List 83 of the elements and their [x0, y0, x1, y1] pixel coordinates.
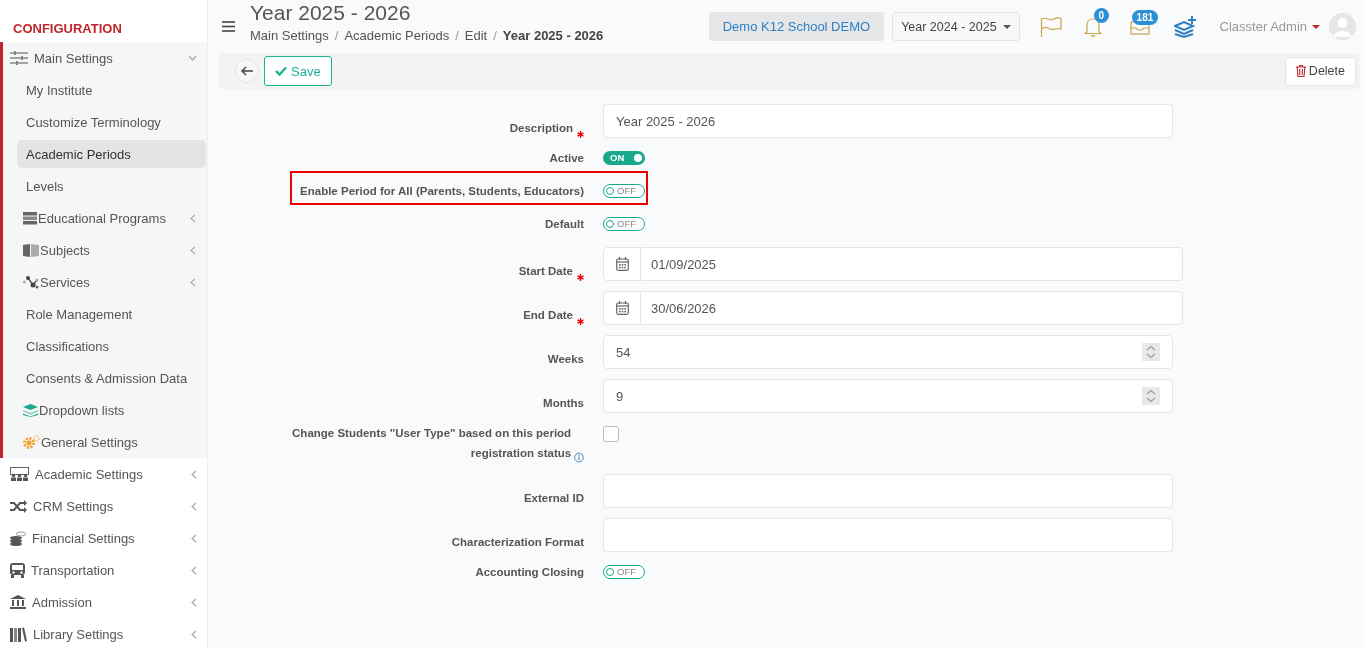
number-field[interactable]: 9 — [603, 379, 1173, 413]
spinner-icon[interactable] — [1142, 387, 1160, 405]
breadcrumb-link[interactable]: Main Settings — [250, 28, 329, 43]
calendar-button[interactable] — [603, 247, 641, 281]
section-heading: CONFIGURATION — [13, 21, 122, 36]
trash-icon — [1295, 65, 1306, 77]
sidebar-item[interactable]: Customize Terminology — [3, 106, 206, 138]
field-label: End Date — [523, 308, 573, 323]
bank-icon — [10, 595, 26, 609]
sliders-icon — [10, 51, 28, 65]
toggle-switch[interactable]: OFF — [603, 184, 645, 198]
calendar-icon[interactable] — [615, 301, 629, 315]
arrow-left-icon — [241, 66, 253, 76]
breadcrumb-separator: / — [334, 28, 339, 43]
field-label: External ID — [523, 491, 584, 506]
checkbox[interactable] — [603, 426, 619, 442]
text-field[interactable]: Year 2025 - 2026 — [603, 104, 1173, 138]
breadcrumb-separator: / — [493, 28, 497, 43]
server-icon — [23, 211, 37, 225]
toggle-switch[interactable]: OFF — [603, 565, 645, 579]
sidebar-menu-item[interactable]: Transportation — [3, 554, 207, 586]
sidebar-menu-item[interactable]: Admission — [3, 586, 207, 618]
message-badge: 181 — [1131, 9, 1159, 25]
sidebar-item[interactable]: Services — [3, 266, 206, 298]
sidebar-item[interactable]: Role Management — [3, 298, 206, 330]
sidebar-item[interactable]: Classifications — [3, 330, 206, 362]
flag-icon[interactable] — [1039, 16, 1062, 37]
sidebar-item[interactable]: Consents & Admission Data — [3, 362, 206, 394]
sidebar-item[interactable]: Subjects — [3, 234, 206, 266]
field-label: Months — [543, 396, 584, 411]
layers-plus-icon[interactable] — [1173, 15, 1198, 38]
coins-icon — [10, 530, 26, 546]
sidebar-item[interactable]: Dropdown lists — [3, 394, 206, 426]
people-icon — [10, 467, 29, 481]
notification-badge: 0 — [1093, 7, 1110, 23]
sidebar-menu-item[interactable]: Main Settings — [3, 42, 207, 74]
toggle-switch[interactable]: OFF — [603, 217, 645, 231]
field-label: Start Date — [518, 264, 573, 279]
back-button[interactable] — [235, 59, 259, 83]
breadcrumb-separator: / — [455, 28, 459, 43]
info-icon[interactable] — [574, 452, 584, 463]
date-field[interactable]: 30/06/2026 — [641, 291, 1183, 325]
field-label: Default — [545, 217, 584, 232]
sidebar-menu-item[interactable]: CRM Settings — [3, 490, 207, 522]
field-label: Characterization Format — [451, 535, 584, 550]
field-label: Accounting Closing — [475, 565, 584, 580]
books-icon — [10, 626, 27, 642]
spinner-icon[interactable] — [1142, 343, 1160, 361]
sidebar-menu-item[interactable]: Library Settings — [3, 618, 207, 648]
school-button[interactable]: Demo K12 School DEMO — [708, 12, 885, 41]
field-label: Change Students "User Type" based on this period registration status — [291, 426, 572, 461]
page-title: Year 2025 - 2026 — [250, 1, 412, 25]
field-label: Weeks — [547, 352, 584, 367]
caret-down-icon — [1312, 24, 1320, 29]
breadcrumb-link[interactable]: Edit — [464, 28, 488, 43]
book-icon — [23, 243, 39, 257]
year-dropdown[interactable]: Year 2024 - 2025 — [892, 12, 1020, 41]
sidebar-menu-item[interactable]: Academic Settings — [3, 458, 207, 490]
sidebar-item[interactable]: My Institute — [3, 74, 206, 106]
sidebar-item[interactable]: General Settings — [3, 426, 206, 458]
layers-icon — [23, 403, 38, 417]
gears-icon — [23, 435, 40, 449]
calendar-button[interactable] — [603, 291, 641, 325]
menu-icon[interactable] — [222, 21, 235, 32]
field-label: Description — [509, 121, 573, 136]
breadcrumb-link[interactable]: Academic Periods — [344, 28, 450, 43]
calendar-icon[interactable] — [615, 257, 629, 271]
nodes-icon — [23, 275, 39, 289]
number-field[interactable]: 54 — [603, 335, 1173, 369]
field-label: Active — [549, 151, 584, 166]
field-label: Enable Period for All (Parents, Students, Educators) — [300, 184, 584, 199]
check-icon — [275, 66, 287, 76]
text-field[interactable] — [603, 518, 1173, 552]
sidebar-item[interactable]: Academic Periods — [17, 140, 206, 168]
sidebar-menu-item[interactable]: Financial Settings — [3, 522, 207, 554]
date-field[interactable]: 01/09/2025 — [641, 247, 1183, 281]
bus-icon — [10, 562, 25, 578]
caret-down-icon — [1002, 24, 1011, 29]
text-field[interactable] — [603, 474, 1173, 508]
sidebar-item[interactable]: Levels — [3, 170, 206, 202]
sidebar-item[interactable]: Educational Programs — [3, 202, 206, 234]
shuffle-icon — [10, 499, 27, 513]
delete-button[interactable]: Delete — [1284, 56, 1356, 86]
